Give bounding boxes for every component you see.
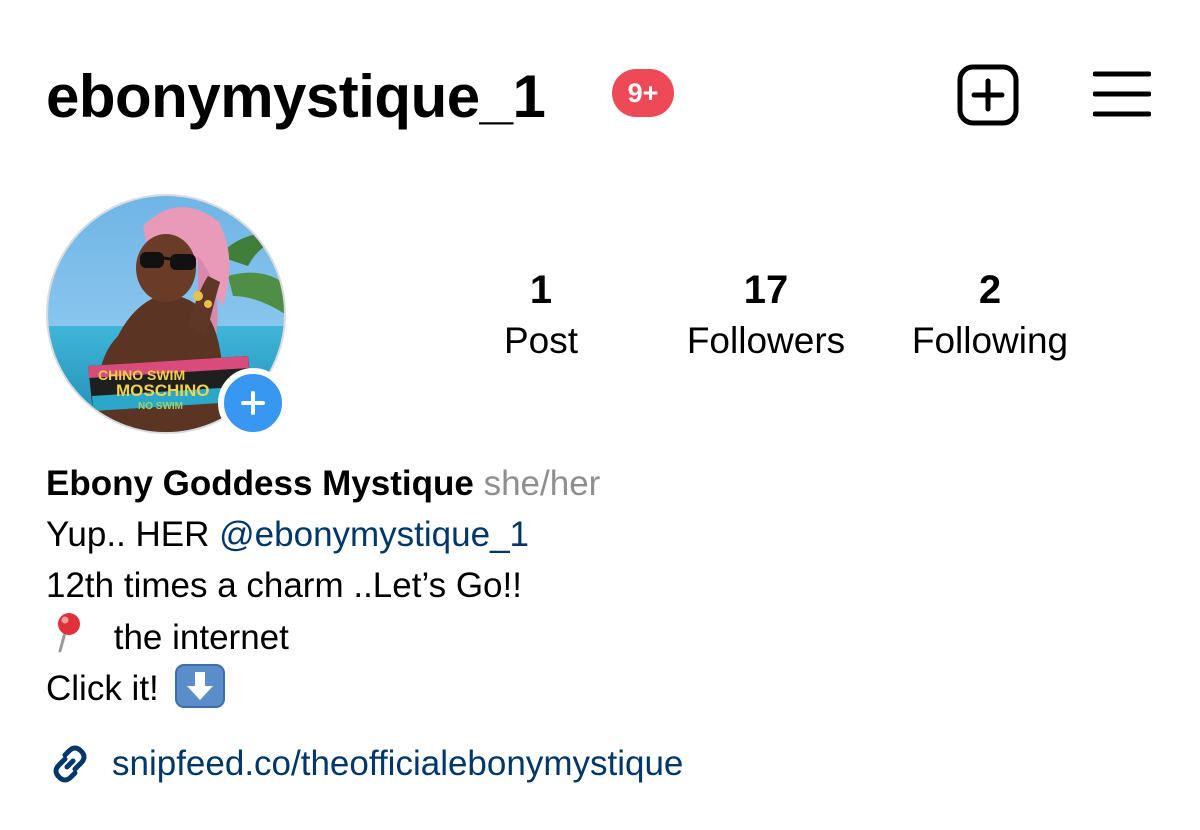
display-name: Ebony Goddess Mystique: [46, 464, 474, 503]
stat-followers[interactable]: 17 Followers: [646, 266, 886, 368]
posts-count: 1: [529, 268, 553, 312]
bio-name-row: Ebony Goddess Mystique she/her: [46, 458, 1146, 509]
profile-bio: Ebony Goddess Mystique she/her Yup.. HER…: [46, 458, 1146, 714]
bio-text: Yup.. HER: [46, 515, 220, 554]
bio-cta-text: Click it!: [46, 669, 159, 708]
down-arrow-emoji: [174, 664, 225, 708]
bio-mention-link[interactable]: @ebonymystique_1: [219, 515, 529, 554]
add-story-button[interactable]: [218, 368, 288, 438]
bio-line-3: the internet: [46, 611, 1146, 663]
round-pushpin-emoji: [58, 613, 80, 653]
stat-following[interactable]: 2 Following: [870, 266, 1110, 368]
menu-button[interactable]: [1092, 70, 1152, 118]
link-icon: [53, 745, 87, 783]
swimsuit-brand-text: MOSCHINO: [116, 381, 210, 400]
bio-line-1: Yup.. HER @ebonymystique_1: [46, 509, 1146, 560]
stat-posts[interactable]: 1 Post: [421, 266, 661, 368]
profile-page: ebonymystique_1 9+ CHINO SWIM MOSCHINO N…: [0, 0, 1200, 830]
plus-square-icon: [957, 64, 1019, 126]
notification-badge[interactable]: 9+: [612, 69, 674, 117]
hamburger-menu-icon: [1092, 71, 1152, 117]
bio-location-text: the internet: [113, 618, 289, 657]
plus-circle-icon: [241, 391, 265, 415]
followers-label: Followers: [686, 320, 846, 361]
profile-link-text[interactable]: snipfeed.co/theofficialebonymystique: [112, 744, 683, 784]
swimsuit-text: NO SWIM: [138, 401, 183, 412]
following-count: 2: [978, 268, 1002, 312]
bio-line-4: Click it!: [46, 663, 1146, 714]
create-post-button[interactable]: [957, 64, 1019, 126]
followers-count: 17: [743, 268, 789, 312]
following-label: Following: [911, 320, 1069, 361]
bio-line-2: 12th times a charm ..Let’s Go!!: [46, 566, 522, 605]
posts-label: Post: [503, 320, 579, 361]
pronouns: she/her: [483, 464, 601, 503]
profile-link[interactable]: snipfeed.co/theofficialebonymystique: [46, 736, 683, 792]
profile-username[interactable]: ebonymystique_1: [46, 62, 546, 132]
